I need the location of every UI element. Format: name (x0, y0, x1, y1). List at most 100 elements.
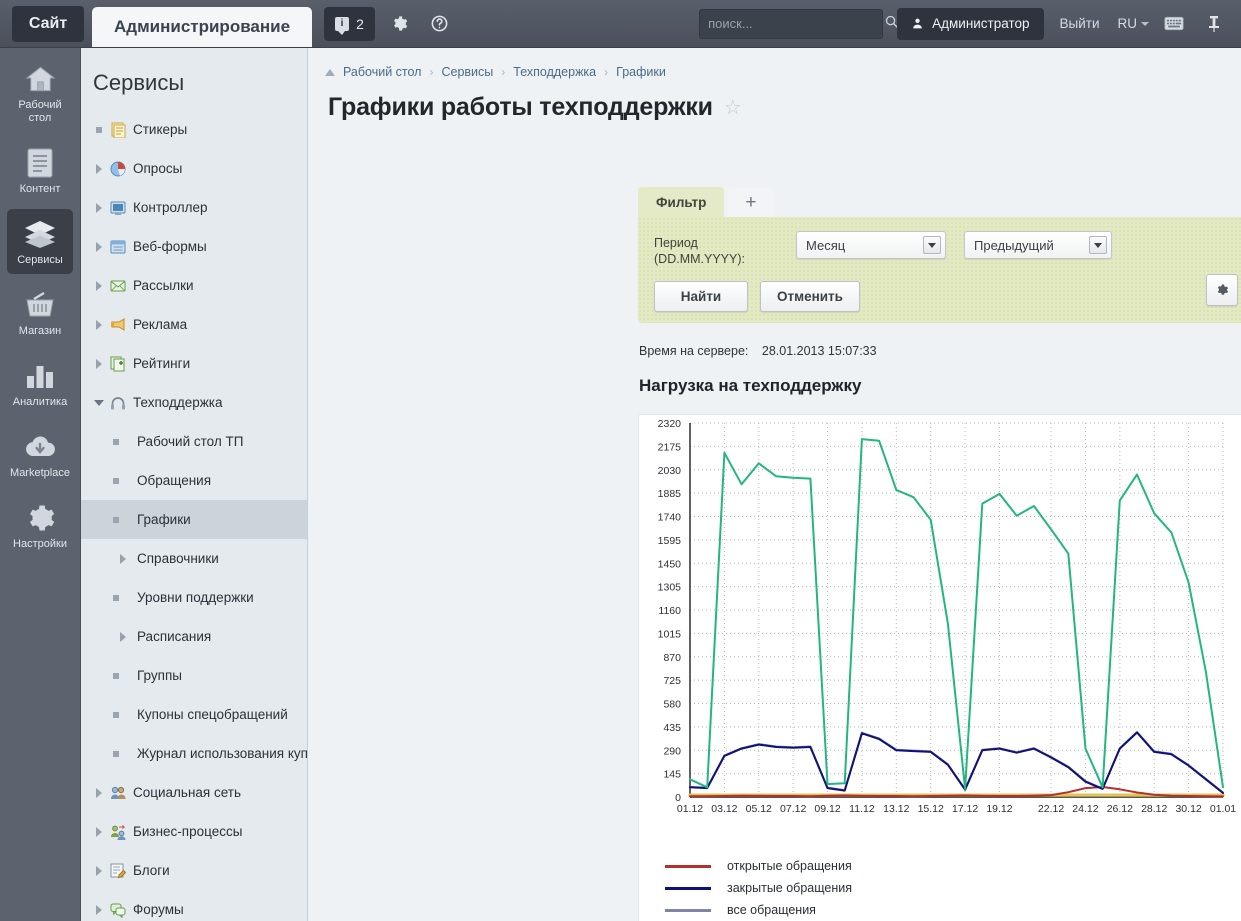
tree-item-6[interactable]: Рейтинги (81, 344, 307, 383)
chevron-down-icon[interactable] (1089, 236, 1107, 254)
rail-item-analytics[interactable]: Аналитика (7, 351, 73, 416)
user-label: Администратор (932, 16, 1029, 31)
tab-site[interactable]: Сайт (12, 6, 84, 42)
chevron-right-icon[interactable] (91, 866, 107, 876)
tree-item-label: Веб-формы (133, 239, 207, 254)
breadcrumb-item-0[interactable]: Рабочий стол (343, 65, 421, 79)
y-axis-tick-label: 580 (663, 699, 681, 711)
tree-item-10[interactable]: Графики (81, 500, 307, 539)
logout-link[interactable]: Выйти (1060, 16, 1100, 31)
server-time-value: 28.01.2013 15:07:33 (762, 344, 877, 358)
x-axis-tick-label: 17.12 (952, 803, 978, 815)
tree-title: Сервисы (81, 48, 307, 110)
y-axis-tick-label: 1885 (658, 488, 682, 500)
tree-item-20[interactable]: Форумы (81, 890, 307, 921)
tree-item-4[interactable]: Рассылки (81, 266, 307, 305)
legend-label: закрытые обращения (727, 881, 852, 895)
breadcrumb-item-2[interactable]: Техподдержка (513, 65, 596, 79)
notifications-button[interactable]: i 2 (324, 7, 375, 41)
x-axis-tick-label: 03.12 (711, 803, 737, 815)
chevron-right-icon[interactable] (91, 827, 107, 837)
breadcrumb-item-3: Графики (616, 65, 666, 79)
tree-item-5[interactable]: Реклама (81, 305, 307, 344)
period-label: Период (DD.MM.YYYY): (654, 231, 778, 267)
tree-item-17[interactable]: Социальная сеть (81, 773, 307, 812)
rail-item-services[interactable]: Сервисы (7, 209, 73, 274)
chevron-right-icon[interactable] (91, 203, 107, 213)
tree-item-label: Купоны спецобращений (137, 707, 288, 722)
chevron-right-icon[interactable] (115, 554, 131, 564)
tree-item-label: Уровни поддержки (137, 590, 254, 605)
chevron-right-icon[interactable] (115, 632, 131, 642)
x-axis-tick-label: 28.12 (1141, 803, 1167, 815)
language-label: RU (1118, 16, 1138, 31)
period-unit-select[interactable]: Месяц (796, 231, 946, 259)
legend-item-1[interactable]: закрытые обращения (665, 877, 879, 899)
legend-item-2[interactable]: все обращения (665, 899, 879, 921)
tree-item-label: Графики (137, 512, 191, 527)
basket-icon (9, 288, 71, 322)
tree-item-15[interactable]: Купоны спецобращений (81, 695, 307, 734)
blog-icon (110, 863, 126, 879)
pin-icon[interactable] (1199, 9, 1229, 39)
tree-item-label: Рабочий стол ТП (137, 434, 243, 449)
user-menu-button[interactable]: Администратор (897, 8, 1043, 40)
breadcrumb-up-icon[interactable] (325, 69, 335, 76)
tab-administration[interactable]: Администрирование (92, 7, 312, 47)
chevron-right-icon[interactable] (91, 788, 107, 798)
rail-item-marketplace[interactable]: Marketplace (7, 422, 73, 487)
language-selector[interactable]: RU (1118, 16, 1150, 31)
rail-item-shop[interactable]: Магазин (7, 280, 73, 345)
add-filter-tab-button[interactable]: + (728, 188, 773, 217)
y-axis-tick-label: 1595 (658, 535, 682, 547)
breadcrumb-item-1[interactable]: Сервисы (441, 65, 493, 79)
chevron-right-icon[interactable] (91, 320, 107, 330)
chevron-down-icon[interactable] (923, 236, 941, 254)
social-icon (110, 785, 126, 801)
tree-item-7[interactable]: Техподдержка (81, 383, 307, 422)
chevron-right-icon[interactable] (91, 164, 107, 174)
tree-item-9[interactable]: Обращения (81, 461, 307, 500)
chevron-down-icon (1141, 22, 1149, 26)
tree-item-label: Рассылки (133, 278, 194, 293)
x-axis-tick-label: 05.12 (746, 803, 772, 815)
search-input[interactable] (708, 16, 884, 31)
rail-item-desktop[interactable]: Рабочий стол (7, 54, 73, 132)
rating-icon (110, 356, 126, 372)
help-icon[interactable] (425, 9, 455, 39)
tree-item-11[interactable]: Справочники (81, 539, 307, 578)
chevron-right-icon[interactable] (91, 281, 107, 291)
gear-icon[interactable] (385, 9, 415, 39)
filter-body: Период (DD.MM.YYYY): Месяц Предыдущий (638, 217, 1241, 323)
tree-item-12[interactable]: Уровни поддержки (81, 578, 307, 617)
legend-item-0[interactable]: открытые обращения (665, 855, 879, 877)
tree-item-3[interactable]: Веб-формы (81, 227, 307, 266)
tree-item-1[interactable]: Опросы (81, 149, 307, 188)
period-which-select[interactable]: Предыдущий (964, 231, 1112, 259)
tree-item-16[interactable]: Журнал использования куп (81, 734, 307, 773)
rail-item-content[interactable]: Контент (7, 138, 73, 203)
tree-item-14[interactable]: Группы (81, 656, 307, 695)
chevron-right-icon[interactable] (91, 242, 107, 252)
tree-item-0[interactable]: Стикеры (81, 110, 307, 149)
tree-item-18[interactable]: Бизнес-процессы (81, 812, 307, 851)
rail-item-settings[interactable]: Настройки (7, 493, 73, 558)
keyboard-icon[interactable] (1159, 9, 1189, 39)
chevron-right-icon[interactable] (91, 359, 107, 369)
search-box[interactable] (699, 9, 883, 39)
bullet-icon (115, 751, 131, 757)
tree-item-8[interactable]: Рабочий стол ТП (81, 422, 307, 461)
star-icon[interactable]: ☆ (724, 98, 742, 118)
chart-series-line (690, 733, 1223, 794)
tree-item-2[interactable]: Контроллер (81, 188, 307, 227)
filter-settings-button[interactable] (1206, 274, 1238, 306)
cancel-button[interactable]: Отменить (760, 281, 860, 312)
chevron-down-icon[interactable] (91, 400, 107, 406)
search-button[interactable]: Найти (654, 281, 748, 312)
left-icon-rail: Рабочий стол Контент Сервисы (0, 48, 81, 921)
chevron-right-icon[interactable] (91, 905, 107, 915)
tree-item-19[interactable]: Блоги (81, 851, 307, 890)
legend-color-swatch (665, 909, 711, 912)
filter-tab[interactable]: Фильтр (638, 187, 724, 217)
tree-item-13[interactable]: Расписания (81, 617, 307, 656)
